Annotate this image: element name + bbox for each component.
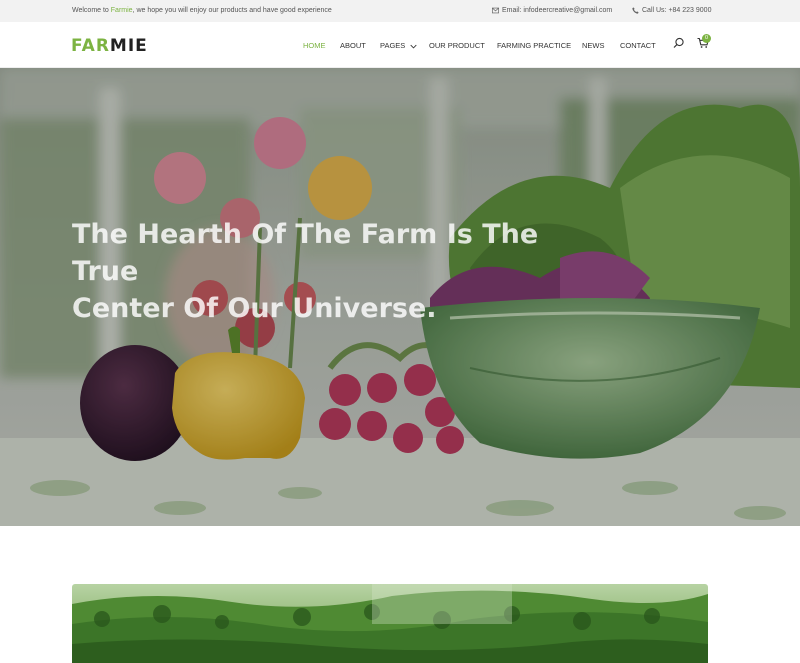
nav-our-product[interactable]: OUR PRODUCT [429, 41, 485, 50]
phone-icon [632, 7, 639, 14]
nav-farming-practice[interactable]: FARMING PRACTICE [497, 41, 571, 50]
chevron-down-icon [410, 44, 418, 49]
welcome-message: Welcome to Farmie, we hope you will enjo… [72, 7, 332, 14]
hero-title-line-1: The Hearth Of The Farm Is The True [72, 219, 539, 287]
email-contact[interactable]: Email: infodeercreative@gmail.com [492, 7, 612, 14]
top-bar: Welcome to Farmie, we hope you will enjo… [0, 0, 800, 22]
nav-pages-label: PAGES [380, 41, 406, 50]
envelope-icon [492, 7, 499, 14]
nav-contact[interactable]: CONTACT [620, 41, 656, 50]
nav-pages[interactable]: PAGES [380, 41, 418, 50]
forest-image [72, 584, 708, 663]
hero-title: The Hearth Of The Farm Is The True Cente… [72, 216, 572, 327]
main-header: FARMIE HOME ABOUT PAGES OUR PRODUCT FARM… [0, 22, 800, 68]
hero-title-line-2: Center Of Our Universe. [72, 293, 437, 324]
phone-text: Call Us: +84 223 9000 [642, 7, 712, 14]
email-text: Email: infodeercreative@gmail.com [502, 7, 613, 14]
welcome-prefix: Welcome to [72, 7, 111, 14]
nav-home[interactable]: HOME [303, 41, 326, 50]
cart-count-badge: 0 [702, 34, 711, 43]
nav-about[interactable]: ABOUT [340, 41, 366, 50]
search-icon[interactable] [673, 37, 685, 49]
welcome-suffix: , we hope you will enjoy our products an… [132, 7, 332, 14]
phone-contact[interactable]: Call Us: +84 223 9000 [632, 7, 711, 14]
forest-image-graphic [72, 584, 708, 663]
hero-banner: The Hearth Of The Farm Is The True Cente… [0, 68, 800, 526]
nav-news[interactable]: NEWS [582, 41, 605, 50]
welcome-brand-link[interactable]: Farmie [111, 7, 133, 14]
